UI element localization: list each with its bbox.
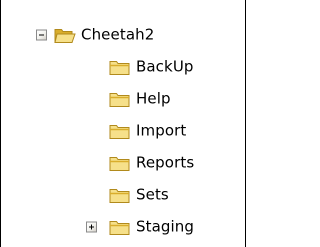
folder-icon <box>109 221 130 235</box>
tree-node-label[interactable]: Help <box>136 90 171 108</box>
tree-node-label[interactable]: Import <box>136 122 186 140</box>
tree-node-label[interactable]: Staging <box>136 218 194 236</box>
collapse-toggle-icon[interactable] <box>36 29 47 41</box>
folder-icon <box>109 189 130 203</box>
tree-node-help[interactable]: Help <box>1 85 247 113</box>
tree-node-backup[interactable]: BackUp <box>1 53 247 81</box>
tree-node-label[interactable]: Sets <box>136 186 169 204</box>
folder-tree: Cheetah2 BackUp Help Import Reports Sets… <box>0 0 246 247</box>
folder-open-icon <box>54 29 76 43</box>
folder-icon <box>109 61 130 75</box>
tree-node-staging[interactable]: Staging <box>1 213 247 241</box>
tree-node-label[interactable]: BackUp <box>136 58 194 76</box>
folder-icon <box>109 125 130 139</box>
tree-node-sets[interactable]: Sets <box>1 181 247 209</box>
tree-node-label[interactable]: Cheetah2 <box>81 26 154 44</box>
tree-node-label[interactable]: Reports <box>136 154 194 172</box>
folder-icon <box>109 157 130 171</box>
tree-node-cheetah2[interactable]: Cheetah2 <box>1 21 247 49</box>
expand-toggle-icon[interactable] <box>86 221 97 233</box>
tree-node-reports[interactable]: Reports <box>1 149 247 177</box>
folder-icon <box>109 93 130 107</box>
tree-node-import[interactable]: Import <box>1 117 247 145</box>
